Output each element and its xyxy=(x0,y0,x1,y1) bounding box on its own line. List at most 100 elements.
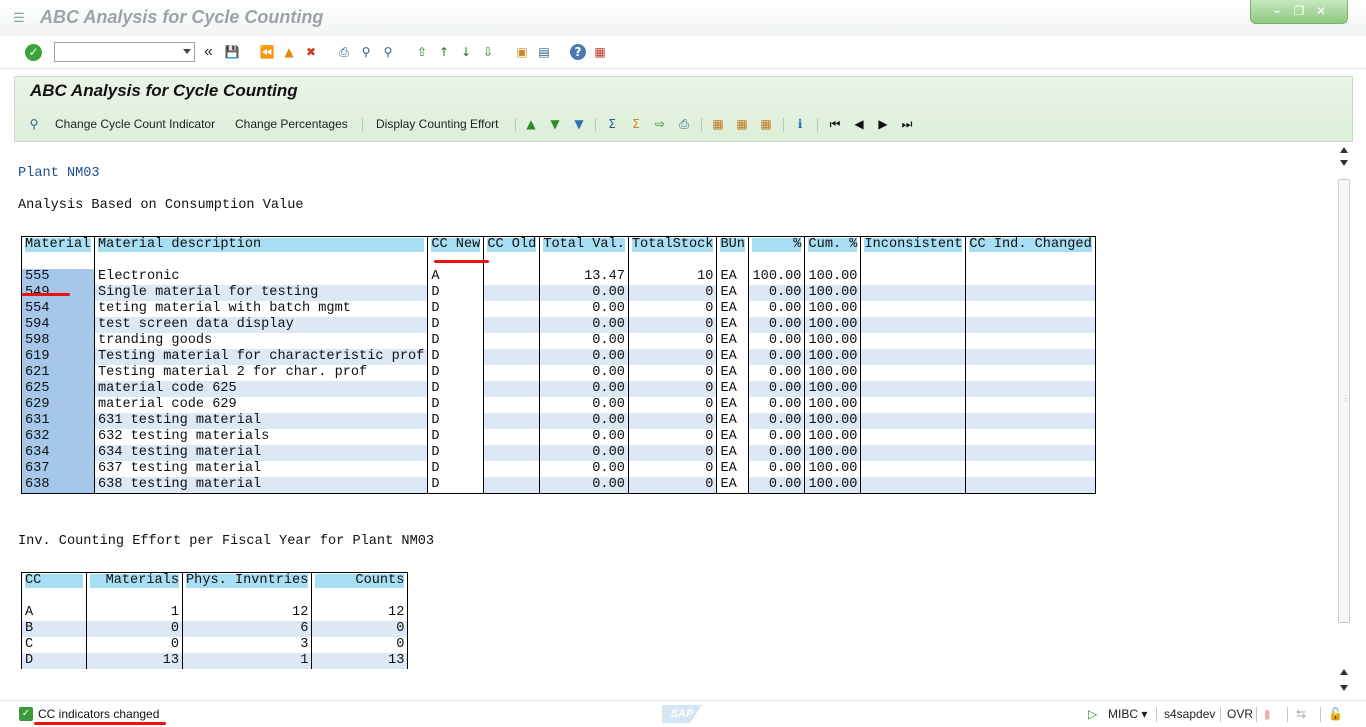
cell-inconsistent[interactable] xyxy=(861,365,966,381)
cell-cc-new[interactable]: D xyxy=(428,333,484,349)
save-icon[interactable]: 💾 xyxy=(224,44,240,60)
cell-cc-new[interactable]: D xyxy=(428,413,484,429)
cell-material[interactable]: 629 xyxy=(22,397,95,413)
cell-cc-new[interactable]: D xyxy=(428,381,484,397)
previous-page-icon[interactable]: ↑ xyxy=(436,44,452,60)
cell-material-description[interactable]: 632 testing materials xyxy=(95,429,428,445)
cell-cc-new[interactable]: D xyxy=(428,429,484,445)
cell-cumulative-percent[interactable]: 100.00 xyxy=(805,317,861,333)
cell-cc-new[interactable]: D xyxy=(428,397,484,413)
change-cc-indicator-icon[interactable]: ⚲ xyxy=(26,116,42,132)
shortcut-icon[interactable]: ▤ xyxy=(536,44,552,60)
print-icon[interactable]: ⎙ xyxy=(336,44,352,60)
cell-cc-old[interactable] xyxy=(484,285,540,301)
effort-header-cc[interactable]: CC xyxy=(22,573,87,589)
cell-total-value[interactable]: 0.00 xyxy=(540,429,629,445)
cell-inconsistent[interactable] xyxy=(861,461,966,477)
history-back-icon[interactable]: « xyxy=(204,42,213,62)
cell-base-unit[interactable]: EA xyxy=(717,477,749,494)
effort-row[interactable]: B060 xyxy=(22,621,408,637)
cell-material-description[interactable]: Single material for testing xyxy=(95,285,428,301)
cell-base-unit[interactable]: EA xyxy=(717,429,749,445)
table-row[interactable]: 594test screen data displayD0.000EA0.001… xyxy=(22,317,1096,333)
cell-material[interactable]: 554 xyxy=(22,301,95,317)
cell-cc-ind-changed[interactable] xyxy=(966,413,1095,429)
play-icon[interactable]: ▷ xyxy=(1088,707,1097,721)
cell-material-description[interactable]: material code 629 xyxy=(95,397,428,413)
cell-base-unit[interactable]: EA xyxy=(717,397,749,413)
cell-cc-ind-changed[interactable] xyxy=(966,429,1095,445)
back-icon[interactable]: ⏪ xyxy=(259,44,275,60)
sort-ascending-icon[interactable]: ▲ xyxy=(523,116,539,132)
cell-cc-ind-changed[interactable] xyxy=(966,301,1095,317)
cell-cc-ind-changed[interactable] xyxy=(966,349,1095,365)
print-preview-icon[interactable]: ⎙ xyxy=(676,116,692,132)
cell-total-value[interactable]: 0.00 xyxy=(540,301,629,317)
cell-percent[interactable]: 0.00 xyxy=(749,365,805,381)
table-row[interactable]: 629material code 629D0.000EA0.00100.00 xyxy=(22,397,1096,413)
cell-material-description[interactable]: test screen data display xyxy=(95,317,428,333)
cell-cumulative-percent[interactable]: 100.00 xyxy=(805,269,861,285)
cell-total-value[interactable]: 0.00 xyxy=(540,461,629,477)
cell-material[interactable]: 594 xyxy=(22,317,95,333)
client-field[interactable]: MIBC ▾ xyxy=(1108,707,1147,721)
cell-total-stock[interactable]: 10 xyxy=(628,269,717,285)
effort-row[interactable]: D13113 xyxy=(22,653,408,669)
help-icon[interactable]: ? xyxy=(570,44,586,60)
cell-material-description[interactable]: 637 testing material xyxy=(95,461,428,477)
scrollbar-track[interactable]: ⋮ xyxy=(1338,179,1350,623)
effort-cell-phys-invntries[interactable]: 6 xyxy=(183,621,312,637)
cell-percent[interactable]: 0.00 xyxy=(749,349,805,365)
cell-percent[interactable]: 0.00 xyxy=(749,445,805,461)
table-row[interactable]: 555ElectronicA13.4710EA100.00100.00 xyxy=(22,269,1096,285)
cell-cc-new[interactable]: D xyxy=(428,365,484,381)
cell-cc-old[interactable] xyxy=(484,381,540,397)
cell-total-stock[interactable]: 0 xyxy=(628,285,717,301)
cell-cumulative-percent[interactable]: 100.00 xyxy=(805,445,861,461)
column-header-cc-new[interactable]: CC New xyxy=(428,237,484,253)
cell-total-stock[interactable]: 0 xyxy=(628,333,717,349)
effort-cell-materials[interactable]: 13 xyxy=(87,653,183,669)
cell-cc-old[interactable] xyxy=(484,477,540,494)
table-row[interactable]: 598tranding goodsD0.000EA0.00100.00 xyxy=(22,333,1096,349)
cell-material-description[interactable]: Testing material for characteristic prof xyxy=(95,349,428,365)
command-dropdown-icon[interactable] xyxy=(183,49,191,54)
change-percentages-button[interactable]: Change Percentages xyxy=(235,117,348,131)
cell-total-stock[interactable]: 0 xyxy=(628,317,717,333)
cell-total-value[interactable]: 0.00 xyxy=(540,285,629,301)
cell-cumulative-percent[interactable]: 100.00 xyxy=(805,365,861,381)
cell-percent[interactable]: 0.00 xyxy=(749,285,805,301)
filter-icon[interactable]: ▼ xyxy=(571,116,587,132)
next-page-icon[interactable]: ↓ xyxy=(458,44,474,60)
cell-cumulative-percent[interactable]: 100.00 xyxy=(805,477,861,494)
cell-material[interactable]: 631 xyxy=(22,413,95,429)
cell-inconsistent[interactable] xyxy=(861,413,966,429)
cell-cc-new[interactable]: D xyxy=(428,445,484,461)
cell-cc-new[interactable]: D xyxy=(428,461,484,477)
first-page-icon[interactable]: ⏮ xyxy=(827,116,843,132)
change-cc-indicator-button[interactable]: Change Cycle Count Indicator xyxy=(55,117,215,131)
column-header-base-unit[interactable]: BUn xyxy=(717,237,749,253)
command-field[interactable] xyxy=(54,42,195,62)
cell-total-stock[interactable]: 0 xyxy=(628,445,717,461)
enter-icon[interactable]: ✓ xyxy=(25,44,42,61)
cell-total-value[interactable]: 0.00 xyxy=(540,333,629,349)
table-row[interactable]: 637637 testing materialD0.000EA0.00100.0… xyxy=(22,461,1096,477)
save-layout-icon[interactable]: ▦ xyxy=(758,116,774,132)
cell-total-stock[interactable]: 0 xyxy=(628,429,717,445)
column-header-material-description[interactable]: Material description xyxy=(95,237,428,253)
cell-cc-old[interactable] xyxy=(484,445,540,461)
previous-page-icon[interactable]: ◀ xyxy=(851,116,867,132)
cell-cc-old[interactable] xyxy=(484,365,540,381)
cell-inconsistent[interactable] xyxy=(861,429,966,445)
scroll-bottom-icon[interactable] xyxy=(1340,685,1348,691)
cell-base-unit[interactable]: EA xyxy=(717,269,749,285)
table-row[interactable]: 638638 testing materialD0.000EA0.00100.0… xyxy=(22,477,1096,494)
column-header-cumulative-percent[interactable]: Cum. % xyxy=(805,237,861,253)
effort-cell-cc[interactable]: D xyxy=(22,653,87,669)
effort-cell-cc[interactable]: A xyxy=(22,605,87,621)
cell-total-value[interactable]: 0.00 xyxy=(540,413,629,429)
cell-percent[interactable]: 0.00 xyxy=(749,301,805,317)
export-icon[interactable]: ⇨ xyxy=(652,116,668,132)
cell-material[interactable]: 621 xyxy=(22,365,95,381)
